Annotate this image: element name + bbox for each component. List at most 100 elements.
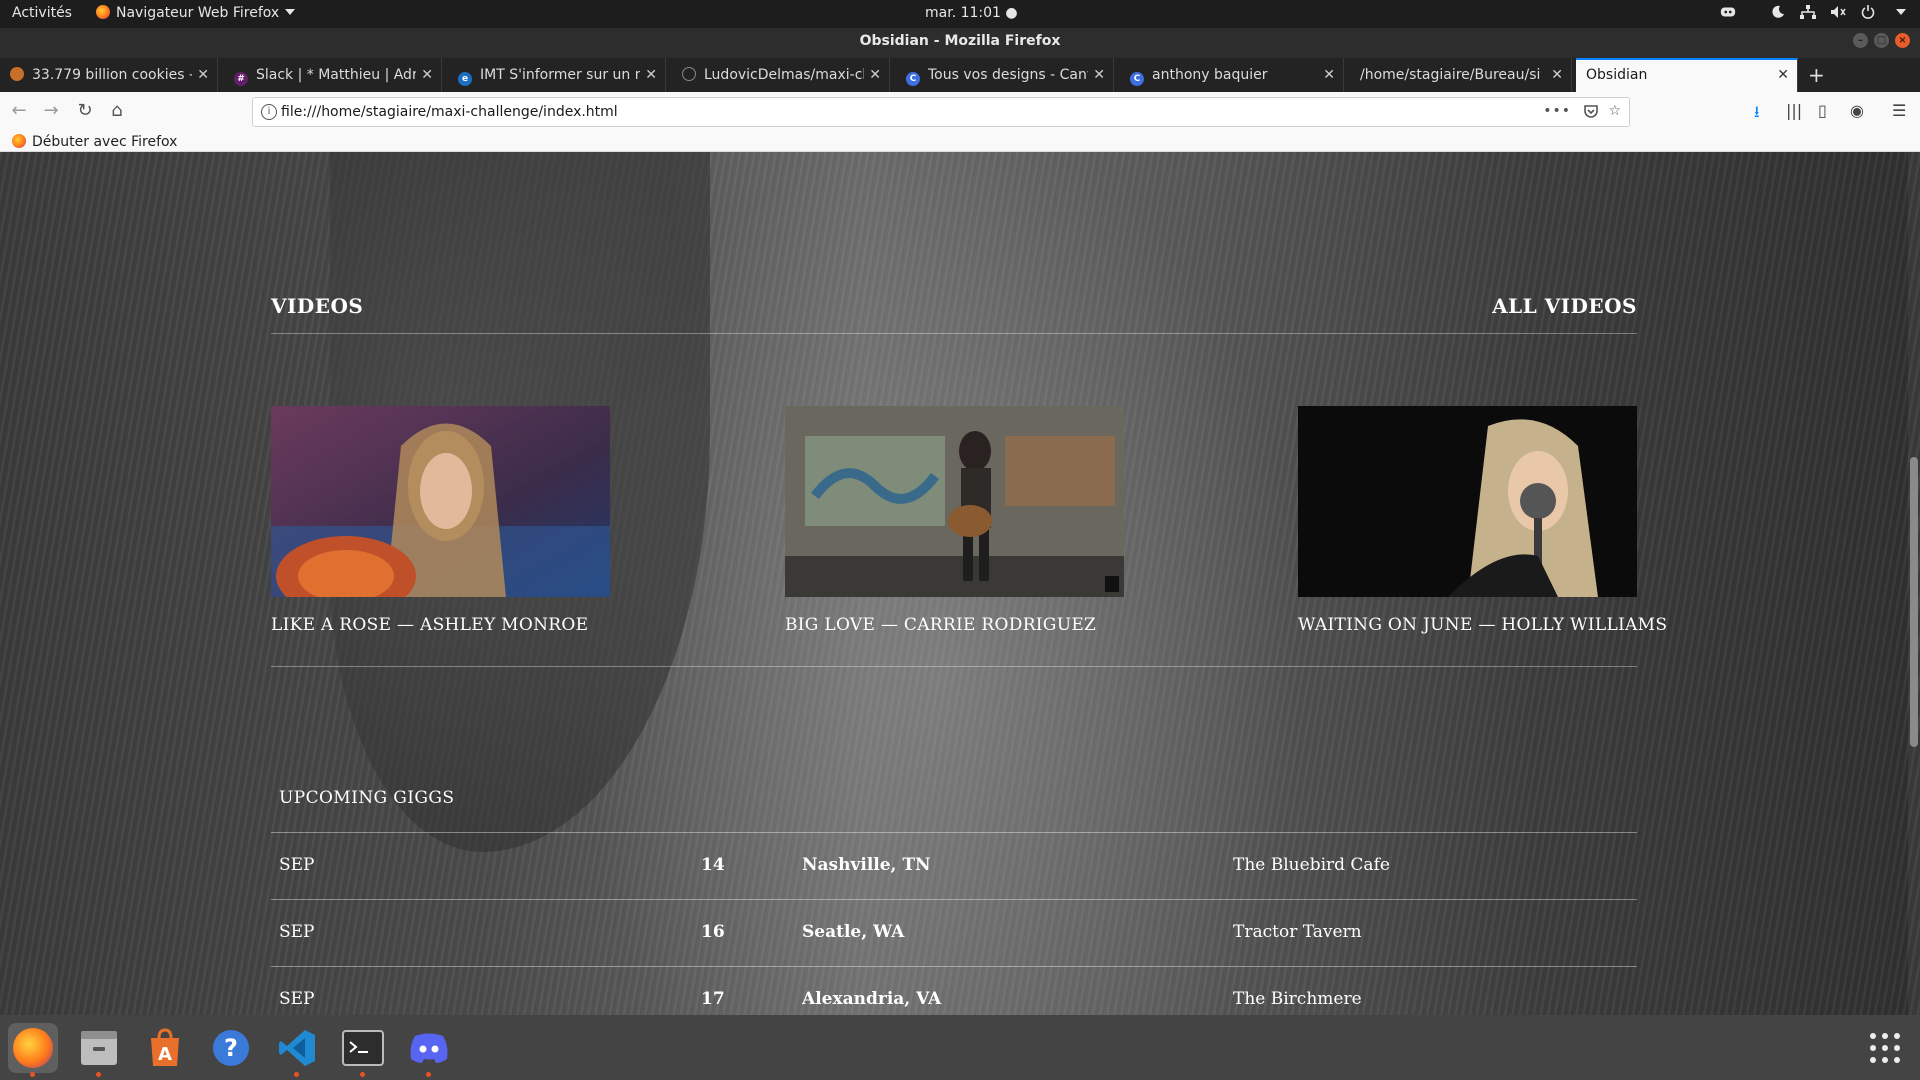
video-thumbnail[interactable] xyxy=(785,406,1124,597)
tab-github[interactable]: LudovicDelmas/maxi-ch ✕ xyxy=(672,58,890,92)
tab-label: 33.779 billion cookies - C xyxy=(32,67,192,83)
new-tab-icon[interactable]: + xyxy=(1808,58,1825,92)
discord-icon xyxy=(410,1033,448,1063)
section-divider xyxy=(271,666,1637,667)
tab-strip: 33.779 billion cookies - C ✕ # Slack | * … xyxy=(0,58,1920,92)
video-card[interactable]: BIG LOVE — CARRIE RODRIGUEZ xyxy=(785,406,1124,635)
dock-files[interactable] xyxy=(74,1023,124,1077)
bookmark-star-icon[interactable]: ☆ xyxy=(1608,103,1621,119)
close-tab-icon[interactable]: ✕ xyxy=(869,58,881,92)
dock-vscode[interactable] xyxy=(272,1023,322,1077)
gig-city: Alexandria, VA xyxy=(802,989,942,1009)
discord-tray-icon[interactable] xyxy=(1720,4,1736,20)
close-tab-icon[interactable]: ✕ xyxy=(1551,58,1563,92)
network-icon[interactable] xyxy=(1800,4,1816,20)
menu-icon[interactable]: ☰ xyxy=(1892,101,1906,120)
tab-anthony[interactable]: Canthony baquier ✕ xyxy=(1120,58,1344,92)
clock[interactable]: mar. 11:01 ● xyxy=(925,5,1018,21)
minimize-icon[interactable]: – xyxy=(1853,33,1868,48)
video-caption[interactable]: BIG LOVE — CARRIE RODRIGUEZ xyxy=(785,615,1124,635)
night-light-icon[interactable] xyxy=(1770,4,1786,20)
bookmarks-toolbar: Débuter avec Firefox xyxy=(0,132,1920,152)
canva-icon: C xyxy=(1130,72,1144,86)
gig-day: 14 xyxy=(701,855,725,875)
url-text[interactable]: file:///home/stagiaire/maxi-challenge/in… xyxy=(281,104,618,120)
video-thumbnail[interactable] xyxy=(1298,406,1637,597)
tab-label: Tous vos designs - Canva xyxy=(928,67,1088,83)
github-icon xyxy=(682,67,696,81)
reload-icon[interactable]: ↻ xyxy=(74,100,96,122)
gig-venue: The Bluebird Cafe xyxy=(1233,855,1390,875)
firefox-icon xyxy=(13,1028,53,1068)
video-caption[interactable]: WAITING ON JUNE — HOLLY WILLIAMS xyxy=(1298,615,1667,635)
close-tab-icon[interactable]: ✕ xyxy=(197,58,209,92)
gig-day: 17 xyxy=(701,989,725,1009)
dock-discord[interactable] xyxy=(404,1023,454,1077)
scrollbar-thumb[interactable] xyxy=(1910,457,1918,747)
account-icon[interactable]: ◉ xyxy=(1850,101,1864,120)
sidebar-icon[interactable]: ▯ xyxy=(1818,101,1827,120)
dock-firefox[interactable] xyxy=(8,1023,58,1077)
maximize-icon[interactable]: □ xyxy=(1874,33,1889,48)
tab-local-file[interactable]: /home/stagiaire/Bureau/sit ✕ xyxy=(1350,58,1572,92)
power-icon[interactable] xyxy=(1860,4,1876,20)
chevron-down-icon[interactable] xyxy=(1896,9,1906,15)
edge-icon: e xyxy=(458,72,472,86)
gnome-top-bar: Activités Navigateur Web Firefox mar. 11… xyxy=(0,0,1920,28)
tab-label: IMT S'informer sur un m xyxy=(480,67,640,83)
site-info-icon[interactable]: i xyxy=(261,104,277,120)
tab-label: LudovicDelmas/maxi-ch xyxy=(704,67,864,83)
tab-label: Obsidian xyxy=(1586,67,1648,83)
running-indicator xyxy=(360,1072,365,1077)
video-card[interactable]: LIKE A ROSE — ASHLEY MONROE xyxy=(271,406,610,635)
activities-button[interactable]: Activités xyxy=(12,5,72,21)
library-icon[interactable]: ||| xyxy=(1786,101,1802,120)
tab-imt[interactable]: e IMT S'informer sur un m ✕ xyxy=(448,58,666,92)
notification-dot-icon: ● xyxy=(1005,5,1018,21)
bookmark-item[interactable]: Débuter avec Firefox xyxy=(12,132,177,152)
tab-obsidian[interactable]: Obsidian ✕ xyxy=(1576,58,1798,92)
home-icon[interactable]: ⌂ xyxy=(106,100,128,122)
close-tab-icon[interactable]: ✕ xyxy=(421,58,433,92)
table-row: SEP 16 Seatle, WA Tractor Tavern xyxy=(271,899,1637,966)
dock-software[interactable]: A xyxy=(140,1023,190,1073)
gig-city: Nashville, TN xyxy=(802,855,931,875)
back-icon[interactable]: ← xyxy=(8,100,30,122)
video-card[interactable]: WAITING ON JUNE — HOLLY WILLIAMS xyxy=(1298,406,1667,635)
cookie-icon xyxy=(10,67,24,81)
software-store-icon: A xyxy=(151,1028,179,1066)
window-titlebar: Obsidian - Mozilla Firefox – □ × xyxy=(0,28,1920,58)
url-bar[interactable]: i file:///home/stagiaire/maxi-challenge/… xyxy=(252,97,1630,127)
gig-venue: Tractor Tavern xyxy=(1233,922,1362,942)
page-actions-icon[interactable]: ••• xyxy=(1543,103,1571,119)
downloads-icon[interactable]: ⭳ xyxy=(1754,101,1760,128)
vscode-icon xyxy=(279,1030,315,1066)
dock-help[interactable]: ? xyxy=(206,1023,256,1073)
tab-slack[interactable]: # Slack | * Matthieu | Adran ✕ xyxy=(224,58,442,92)
scrollbar[interactable] xyxy=(1908,152,1920,1015)
pocket-icon[interactable] xyxy=(1583,103,1599,123)
slack-icon: # xyxy=(234,72,248,86)
close-tab-icon[interactable]: ✕ xyxy=(1777,60,1789,90)
video-thumbnail[interactable] xyxy=(271,406,610,597)
svg-text:A: A xyxy=(158,1044,172,1065)
close-tab-icon[interactable]: ✕ xyxy=(1093,58,1105,92)
tab-canva[interactable]: C Tous vos designs - Canva ✕ xyxy=(896,58,1114,92)
tab-label: /home/stagiaire/Bureau/sit xyxy=(1360,67,1540,83)
dock-terminal[interactable] xyxy=(338,1023,388,1077)
show-applications-icon[interactable] xyxy=(1870,1033,1900,1063)
page-viewport: VIDEOS ALL VIDEOS LIKE A ROSE — ASHLEY M… xyxy=(0,152,1920,1015)
close-tab-icon[interactable]: ✕ xyxy=(645,58,657,92)
volume-icon[interactable] xyxy=(1830,4,1846,20)
close-tab-icon[interactable]: ✕ xyxy=(1323,58,1335,92)
system-tray[interactable] xyxy=(1720,4,1906,20)
tab-label: Slack | * Matthieu | Adran xyxy=(256,67,416,83)
chevron-down-icon xyxy=(285,9,296,15)
video-caption[interactable]: LIKE A ROSE — ASHLEY MONROE xyxy=(271,615,610,635)
all-videos-link[interactable]: ALL VIDEOS xyxy=(1492,294,1637,318)
help-icon: ? xyxy=(213,1030,249,1066)
close-icon[interactable]: × xyxy=(1895,33,1910,48)
app-menu[interactable]: Navigateur Web Firefox xyxy=(96,5,296,21)
tab-cookies[interactable]: 33.779 billion cookies - C ✕ xyxy=(0,58,218,92)
forward-icon[interactable]: → xyxy=(40,100,62,122)
